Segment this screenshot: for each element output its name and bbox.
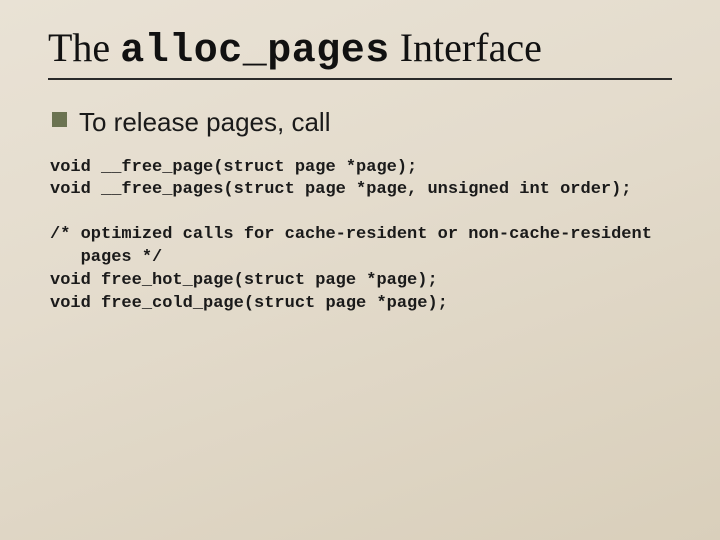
code-block-1: void __free_page(struct page *page); voi…	[50, 157, 672, 203]
code-block-2: /* optimized calls for cache-resident or…	[50, 224, 672, 316]
slide: The alloc_pages Interface To release pag…	[0, 0, 720, 540]
title-mono: alloc_pages	[120, 29, 390, 74]
title-rule	[48, 78, 672, 80]
bullet-text: To release pages, call	[79, 106, 330, 139]
title-pre: The	[48, 25, 120, 70]
slide-title: The alloc_pages Interface	[48, 24, 672, 74]
bullet-item: To release pages, call	[52, 106, 672, 139]
title-post: Interface	[390, 25, 542, 70]
bullet-square-icon	[52, 112, 67, 127]
